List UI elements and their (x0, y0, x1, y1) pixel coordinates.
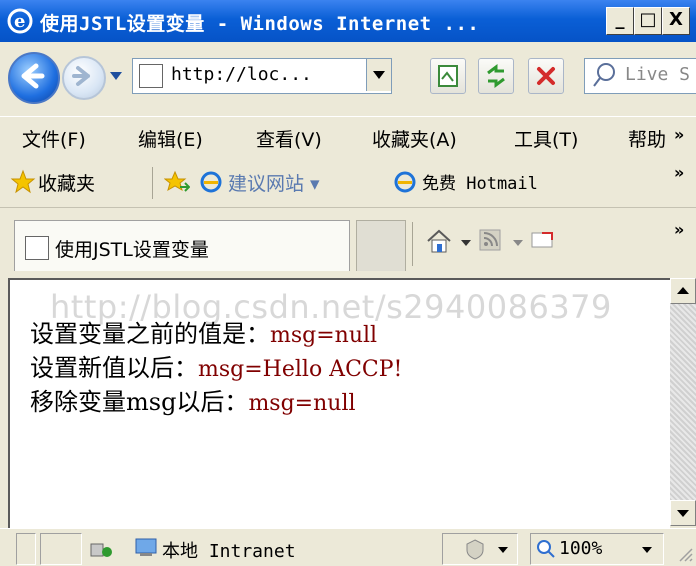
zoom-level: 100% (559, 538, 603, 559)
minimize-button[interactable]: _ (606, 7, 634, 35)
zone-label: 本地 Intranet (162, 541, 296, 562)
protected-mode-pane[interactable] (442, 533, 518, 565)
zoom-pane[interactable]: 100% (530, 533, 664, 565)
chevron-down-icon (498, 547, 508, 553)
search-icon (593, 63, 615, 87)
stop-button[interactable] (528, 58, 564, 94)
hotmail-link[interactable]: 免费 Hotmail (422, 169, 538, 194)
menu-bar: 文件(F) 编辑(E) 查看(V) 收藏夹(A) 工具(T) 帮助 » (0, 116, 696, 158)
maximize-button[interactable]: □ (634, 7, 662, 35)
ie-page-icon (200, 171, 222, 193)
status-pane (40, 533, 82, 565)
favorites-bar: 收藏夹 建议网站 ▾ 免费 Hotmail » (0, 157, 696, 208)
star-icon (10, 169, 36, 194)
new-tab-button[interactable] (356, 220, 406, 271)
favbar-divider (152, 167, 153, 199)
favorites-button[interactable]: 收藏夹 (38, 169, 95, 196)
menu-overflow-chevron-icon[interactable]: » (674, 125, 684, 144)
menu-favorites[interactable]: 收藏夹(A) (372, 125, 457, 152)
status-pane (16, 533, 36, 565)
arrow-down-icon (677, 510, 689, 517)
compatibility-view-button[interactable] (430, 58, 466, 94)
resize-grip-icon[interactable] (676, 545, 694, 563)
window-title: 使用JSTL设置变量 - Windows Internet ... (40, 13, 480, 35)
svg-text:e: e (14, 11, 25, 32)
favbar-overflow-chevron-icon[interactable]: » (674, 163, 684, 182)
title-bar: e 使用JSTL设置变量 - Windows Internet ... _ □ … (0, 0, 696, 42)
page-content: http://blog.csdn.net/s2940086379 设置变量之前的… (8, 278, 670, 528)
forward-button[interactable] (62, 56, 106, 100)
rss-feed-icon[interactable] (478, 228, 502, 252)
line-label: 移除变量msg以后： (30, 388, 249, 416)
tab-bar: 使用JSTL设置变量 » (0, 208, 696, 276)
commandbar-overflow-chevron-icon[interactable]: » (674, 220, 684, 239)
line-value: msg=null (270, 323, 378, 348)
mail-icon[interactable] (530, 230, 554, 250)
ie-page-icon (394, 171, 416, 193)
page-favicon-icon (139, 64, 163, 88)
home-dropdown-icon[interactable] (460, 238, 472, 248)
search-box[interactable]: Live S (584, 58, 696, 94)
line-value: msg=null (248, 391, 356, 416)
scroll-up-button[interactable] (670, 278, 696, 304)
back-button[interactable] (8, 52, 60, 104)
menu-file[interactable]: 文件(F) (22, 125, 86, 152)
menu-edit[interactable]: 编辑(E) (138, 125, 203, 152)
line-label: 设置新值以后： (30, 354, 198, 382)
content-line-before: 设置变量之前的值是：msg=null (30, 314, 377, 349)
back-arrow-icon (21, 63, 45, 89)
intranet-globe-icon (135, 538, 157, 556)
navigation-bar: http://loc... Live S (0, 42, 696, 114)
ie-logo-icon: e (7, 8, 33, 34)
vertical-scrollbar[interactable] (670, 278, 696, 526)
line-label: 设置变量之前的值是： (30, 320, 270, 348)
security-icon (90, 543, 112, 557)
forward-arrow-icon (72, 66, 90, 86)
status-bar: 本地 Intranet 100% (0, 528, 696, 566)
menu-tools[interactable]: 工具(T) (514, 125, 578, 152)
chevron-down-icon (642, 547, 652, 553)
tab-active[interactable]: 使用JSTL设置变量 (14, 220, 350, 271)
stop-icon (537, 67, 555, 85)
tab-divider (412, 222, 413, 266)
address-bar[interactable]: http://loc... (132, 58, 392, 94)
search-input[interactable]: Live S (625, 64, 690, 85)
suggested-sites-link[interactable]: 建议网站 ▾ (228, 169, 320, 196)
protected-mode-icon (466, 539, 484, 560)
content-line-after-remove: 移除变量msg以后：msg=null (30, 382, 356, 417)
address-input[interactable]: http://loc... (171, 64, 312, 85)
scroll-down-button[interactable] (670, 500, 696, 526)
menu-help[interactable]: 帮助 (628, 125, 666, 152)
content-line-after-set: 设置新值以后：msg=Hello ACCP! (30, 348, 402, 383)
refresh-button[interactable] (478, 58, 514, 94)
menu-view[interactable]: 查看(V) (256, 125, 322, 152)
arrow-up-icon (677, 287, 689, 294)
home-icon[interactable] (424, 226, 454, 256)
add-favorite-icon[interactable] (164, 169, 190, 195)
close-button[interactable]: X (662, 7, 690, 35)
tab-title: 使用JSTL设置变量 (55, 239, 209, 261)
address-dropdown-button[interactable] (366, 59, 391, 91)
compatibility-icon (438, 65, 458, 87)
refresh-icon (487, 64, 505, 88)
feed-dropdown-icon[interactable] (512, 238, 524, 248)
zoom-icon (537, 540, 555, 558)
chevron-down-icon (373, 71, 385, 79)
line-value: msg=Hello ACCP! (198, 357, 403, 382)
recent-pages-dropdown-icon[interactable] (108, 70, 124, 82)
tab-favicon-icon (25, 236, 49, 260)
